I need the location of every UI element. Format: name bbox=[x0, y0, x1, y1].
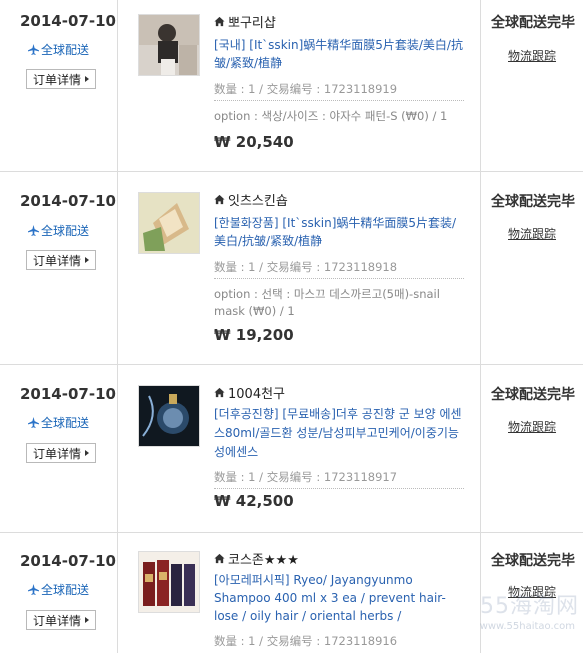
product-name-link[interactable]: [아모레퍼시픽] Ryeo/ Jayangyunmo Shampoo 400 m… bbox=[214, 571, 466, 625]
order-price: ₩ 42,500 bbox=[214, 492, 294, 510]
product-image bbox=[139, 386, 199, 446]
order-item-column: 1004천구 [더후공진향] [무료배송]더후 공진향 군 보양 에센스80ml… bbox=[118, 365, 481, 532]
product-thumbnail[interactable] bbox=[138, 385, 200, 447]
home-icon bbox=[214, 553, 225, 564]
plane-icon bbox=[28, 44, 39, 55]
ship-type-label: 全球配送 bbox=[41, 583, 90, 597]
ship-type-label: 全球配送 bbox=[41, 224, 90, 238]
order-date-column: 2014-07-10 全球配送 订单详情 bbox=[0, 365, 118, 532]
plane-icon bbox=[28, 225, 39, 236]
home-icon bbox=[214, 16, 225, 27]
order-meta: 数量 : 1 / 交易编号 : 1723118919 bbox=[214, 82, 398, 96]
plane-icon bbox=[28, 417, 39, 428]
order-detail-label: 订单详情 bbox=[33, 446, 82, 461]
watermark-url: www.55haitao.com bbox=[479, 621, 575, 632]
product-thumbnail[interactable] bbox=[138, 551, 200, 613]
ship-type: 全球配送 bbox=[28, 41, 89, 58]
tracking-link[interactable]: 物流跟踪 bbox=[508, 47, 556, 64]
divider bbox=[214, 100, 464, 101]
order-status-column: 全球配送完毕 物流跟踪 bbox=[481, 0, 583, 171]
product-image bbox=[139, 552, 199, 612]
ship-type-label: 全球配送 bbox=[41, 43, 90, 57]
ship-type-label: 全球配送 bbox=[41, 416, 90, 430]
order-date: 2014-07-10 bbox=[20, 552, 116, 570]
product-name-link[interactable]: [더후공진향] [무료배송]더후 공진향 군 보양 에센스80ml/골드환 성분… bbox=[214, 405, 466, 462]
product-thumbnail[interactable] bbox=[138, 192, 200, 254]
delivery-status: 全球配送完毕 bbox=[491, 387, 575, 403]
seller-name[interactable]: 코스존★★★ bbox=[214, 549, 299, 568]
order-row: 2014-07-10 全球配送 订单详情 잇츠스킨숍 [한불화장품] [It`s… bbox=[0, 172, 583, 365]
order-detail-button[interactable]: 订单详情 bbox=[26, 610, 97, 630]
order-date-column: 2014-07-10 全球配送 订单详情 bbox=[0, 533, 118, 653]
seller-name[interactable]: 잇츠스킨숍 bbox=[214, 190, 288, 209]
order-price: ₩ 19,200 bbox=[214, 326, 294, 344]
product-name-link[interactable]: [한불화장품] [It`sskin]蜗牛精华面膜5片套装/美白/抗皱/紧致/植静 bbox=[214, 214, 466, 250]
order-meta: 数量 : 1 / 交易编号 : 1723118917 bbox=[214, 470, 398, 484]
divider bbox=[214, 278, 464, 279]
order-option: option : 색상/사이즈 : 야자수 패턴-S (₩0) / 1 bbox=[214, 109, 448, 123]
order-date-column: 2014-07-10 全球配送 订单详情 bbox=[0, 0, 118, 171]
order-detail-label: 订单详情 bbox=[33, 72, 82, 87]
arrow-right-icon bbox=[85, 450, 90, 456]
order-price: ₩ 20,540 bbox=[214, 133, 294, 151]
plane-icon bbox=[28, 584, 39, 595]
order-detail-label: 订单详情 bbox=[33, 253, 82, 268]
delivery-status: 全球配送完毕 bbox=[491, 15, 575, 31]
product-image bbox=[139, 15, 199, 75]
order-detail-button[interactable]: 订单详情 bbox=[26, 443, 97, 463]
order-status-column: 全球配送完毕 物流跟踪 bbox=[481, 172, 583, 364]
seller-label: 잇츠스킨숍 bbox=[228, 194, 288, 209]
order-meta: 数量 : 1 / 交易编号 : 1723118918 bbox=[214, 260, 398, 274]
order-status-column: 全球配送完毕 物流跟踪 bbox=[481, 365, 583, 532]
ship-type: 全球配送 bbox=[28, 581, 89, 598]
ship-type: 全球配送 bbox=[28, 222, 89, 239]
delivery-status: 全球配送完毕 bbox=[491, 194, 575, 210]
order-detail-button[interactable]: 订单详情 bbox=[26, 69, 97, 89]
arrow-right-icon bbox=[85, 76, 90, 82]
seller-label: 1004천구 bbox=[228, 387, 286, 402]
order-item-column: 잇츠스킨숍 [한불화장품] [It`sskin]蜗牛精华面膜5片套装/美白/抗皱… bbox=[118, 172, 481, 364]
divider bbox=[214, 488, 464, 489]
arrow-right-icon bbox=[85, 257, 90, 263]
seller-name[interactable]: 1004천구 bbox=[214, 383, 285, 402]
tracking-link[interactable]: 物流跟踪 bbox=[508, 418, 556, 435]
order-date: 2014-07-10 bbox=[20, 192, 116, 210]
delivery-status: 全球配送完毕 bbox=[491, 553, 575, 569]
seller-label: 코스존★★★ bbox=[228, 553, 299, 568]
home-icon bbox=[214, 194, 225, 205]
arrow-right-icon bbox=[85, 617, 90, 623]
order-option: option : 선택 : 마스끄 데스까르고(5매)-snail mask (… bbox=[214, 287, 440, 318]
order-detail-button[interactable]: 订单详情 bbox=[26, 250, 97, 270]
product-thumbnail[interactable] bbox=[138, 14, 200, 76]
order-row: 2014-07-10 全球配送 订单详情 1004천구 [더후공진향] [무료배… bbox=[0, 365, 583, 533]
product-image bbox=[139, 193, 199, 253]
order-item-column: 뽀구리샵 [국내] [It`sskin]蜗牛精华面膜5片套装/美白/抗皱/紧致/… bbox=[118, 0, 481, 171]
tracking-link[interactable]: 物流跟踪 bbox=[508, 225, 556, 242]
seller-label: 뽀구리샵 bbox=[228, 16, 276, 31]
seller-name[interactable]: 뽀구리샵 bbox=[214, 12, 276, 31]
order-row: 2014-07-10 全球配送 订单详情 뽀구리샵 [국내] [It`sskin… bbox=[0, 0, 583, 172]
order-date: 2014-07-10 bbox=[20, 385, 116, 403]
order-date: 2014-07-10 bbox=[20, 12, 116, 30]
order-detail-label: 订单详情 bbox=[33, 613, 82, 628]
home-icon bbox=[214, 387, 225, 398]
ship-type: 全球配送 bbox=[28, 414, 89, 431]
watermark-logo: 55海淘网 bbox=[480, 594, 579, 619]
order-meta: 数量 : 1 / 交易编号 : 1723118916 bbox=[214, 634, 398, 648]
product-name-link[interactable]: [국내] [It`sskin]蜗牛精华面膜5片套装/美白/抗皱/紧致/植静 bbox=[214, 36, 466, 72]
order-item-column: 코스존★★★ [아모레퍼시픽] Ryeo/ Jayangyunmo Shampo… bbox=[118, 533, 481, 653]
order-date-column: 2014-07-10 全球配送 订单详情 bbox=[0, 172, 118, 364]
